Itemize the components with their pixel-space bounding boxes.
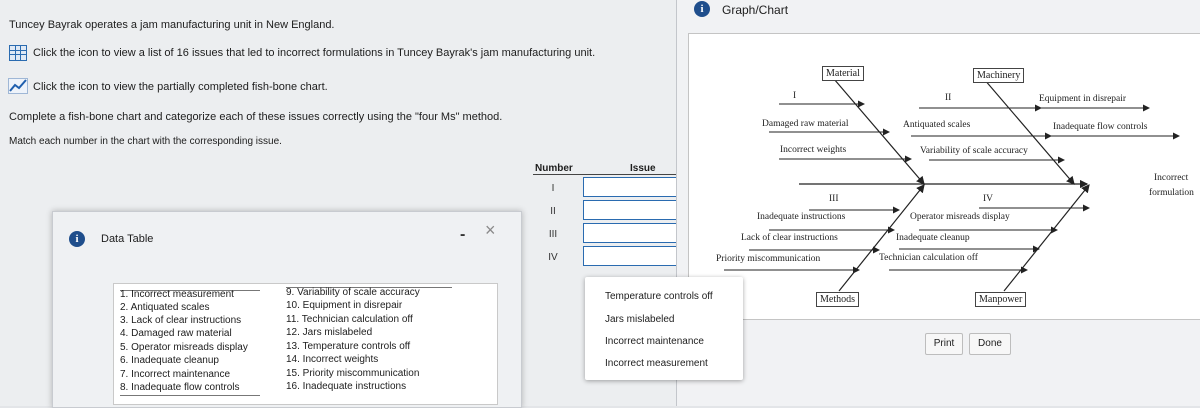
list-item: 14. Incorrect weights: [286, 354, 379, 365]
label-operator: Operator misreads display: [910, 212, 1010, 222]
list-item: 4. Damaged raw material: [120, 328, 232, 339]
list-item: 12. Jars mislabeled: [286, 327, 373, 338]
issue-dropdown-menu: Temperature controls off Jars mislabeled…: [585, 277, 743, 380]
effect-label-line1: Incorrect: [1154, 173, 1189, 183]
label-cleanup: Inadequate cleanup: [896, 233, 970, 243]
category-material: Material: [822, 66, 864, 81]
issues-link-text: Click the icon to view a list of 16 issu…: [33, 47, 596, 59]
data-table-title: Data Table: [101, 233, 154, 245]
issue-header: Issue: [630, 163, 656, 174]
task-text: Complete a fish-bone chart and categoriz…: [9, 111, 503, 123]
issues-list: 1. Incorrect measurement 2. Antiquated s…: [113, 283, 498, 405]
category-manpower: Manpower: [975, 292, 1027, 307]
intro-text: Tuncey Bayrak operates a jam manufacturi…: [9, 19, 335, 31]
label-technician: Technician calculation off: [879, 253, 978, 263]
list-item: 7. Incorrect maintenance: [120, 369, 231, 380]
data-table-dialog: i Data Table - × 1. Incorrect measuremen…: [52, 211, 522, 408]
row-number-ii: II: [550, 206, 556, 217]
issue-select-iii[interactable]: [583, 223, 680, 243]
label-incorrect-weights: Incorrect weights: [780, 145, 847, 155]
roman-iii: III: [829, 194, 839, 204]
chart-dialog: i Graph/Chart Material Machinery Methods…: [676, 0, 1200, 406]
info-icon: i: [694, 1, 710, 17]
effect-label-line2: formulation: [1149, 188, 1194, 198]
dropdown-option[interactable]: Temperature controls off: [605, 291, 713, 302]
list-item: 6. Inadequate cleanup: [120, 355, 219, 366]
list-item: 11. Technician calculation off: [286, 314, 413, 325]
close-button[interactable]: ×: [485, 220, 496, 241]
number-header: Number: [535, 163, 573, 174]
dropdown-option[interactable]: Incorrect maintenance: [605, 336, 704, 347]
fishbone-lines: [724, 78, 1180, 292]
label-inadequate-instructions: Inadequate instructions: [757, 212, 846, 222]
fishbone-chart: Material Machinery Methods Manpower I II…: [688, 33, 1200, 320]
issue-select-iv[interactable]: [583, 246, 680, 266]
row-number-iii: III: [548, 229, 558, 240]
dropdown-option[interactable]: Incorrect measurement: [605, 358, 708, 369]
col1-rule-bottom: [120, 395, 260, 396]
roman-ii: II: [945, 93, 952, 103]
label-damaged: Damaged raw material: [762, 119, 849, 129]
print-button[interactable]: Print: [925, 333, 963, 355]
list-item: 16. Inadequate instructions: [286, 381, 407, 392]
match-text: Match each number in the chart with the …: [9, 136, 282, 147]
list-item: 13. Temperature controls off: [286, 341, 411, 352]
label-variability: Variability of scale accuracy: [920, 146, 1028, 156]
info-icon: i: [69, 231, 85, 247]
category-methods: Methods: [816, 292, 859, 307]
list-item: 5. Operator misreads display: [120, 342, 248, 353]
row-number-i: I: [551, 183, 555, 194]
label-flow: Inadequate flow controls: [1053, 122, 1148, 132]
label-antiquated: Antiquated scales: [903, 120, 971, 130]
list-item: 3. Lack of clear instructions: [120, 315, 242, 326]
list-item: 15. Priority miscommunication: [286, 368, 420, 379]
issue-select-ii[interactable]: [583, 200, 680, 220]
done-button[interactable]: Done: [969, 333, 1011, 355]
table-icon[interactable]: [9, 45, 27, 61]
dropdown-option[interactable]: Jars mislabeled: [605, 314, 674, 325]
row-number-iv: IV: [548, 252, 558, 263]
label-equipment: Equipment in disrepair: [1039, 94, 1127, 104]
category-machinery: Machinery: [973, 68, 1025, 83]
label-priority: Priority miscommunication: [716, 254, 821, 264]
list-item: 8. Inadequate flow controls: [120, 382, 240, 393]
roman-i: I: [793, 91, 797, 101]
chart-dialog-title: Graph/Chart: [722, 3, 789, 17]
list-item: 9. Variability of scale accuracy: [286, 287, 420, 298]
label-lack-instructions: Lack of clear instructions: [741, 233, 838, 243]
chart-link-text: Click the icon to view the partially com…: [33, 81, 328, 93]
list-item: 1. Incorrect measurement: [120, 289, 234, 300]
list-item: 2. Antiquated scales: [120, 302, 210, 313]
issue-select-i[interactable]: [583, 177, 680, 197]
chart-icon[interactable]: [8, 78, 28, 94]
minimize-button[interactable]: -: [460, 226, 465, 244]
list-item: 10. Equipment in disrepair: [286, 300, 403, 311]
roman-iv: IV: [983, 194, 994, 204]
